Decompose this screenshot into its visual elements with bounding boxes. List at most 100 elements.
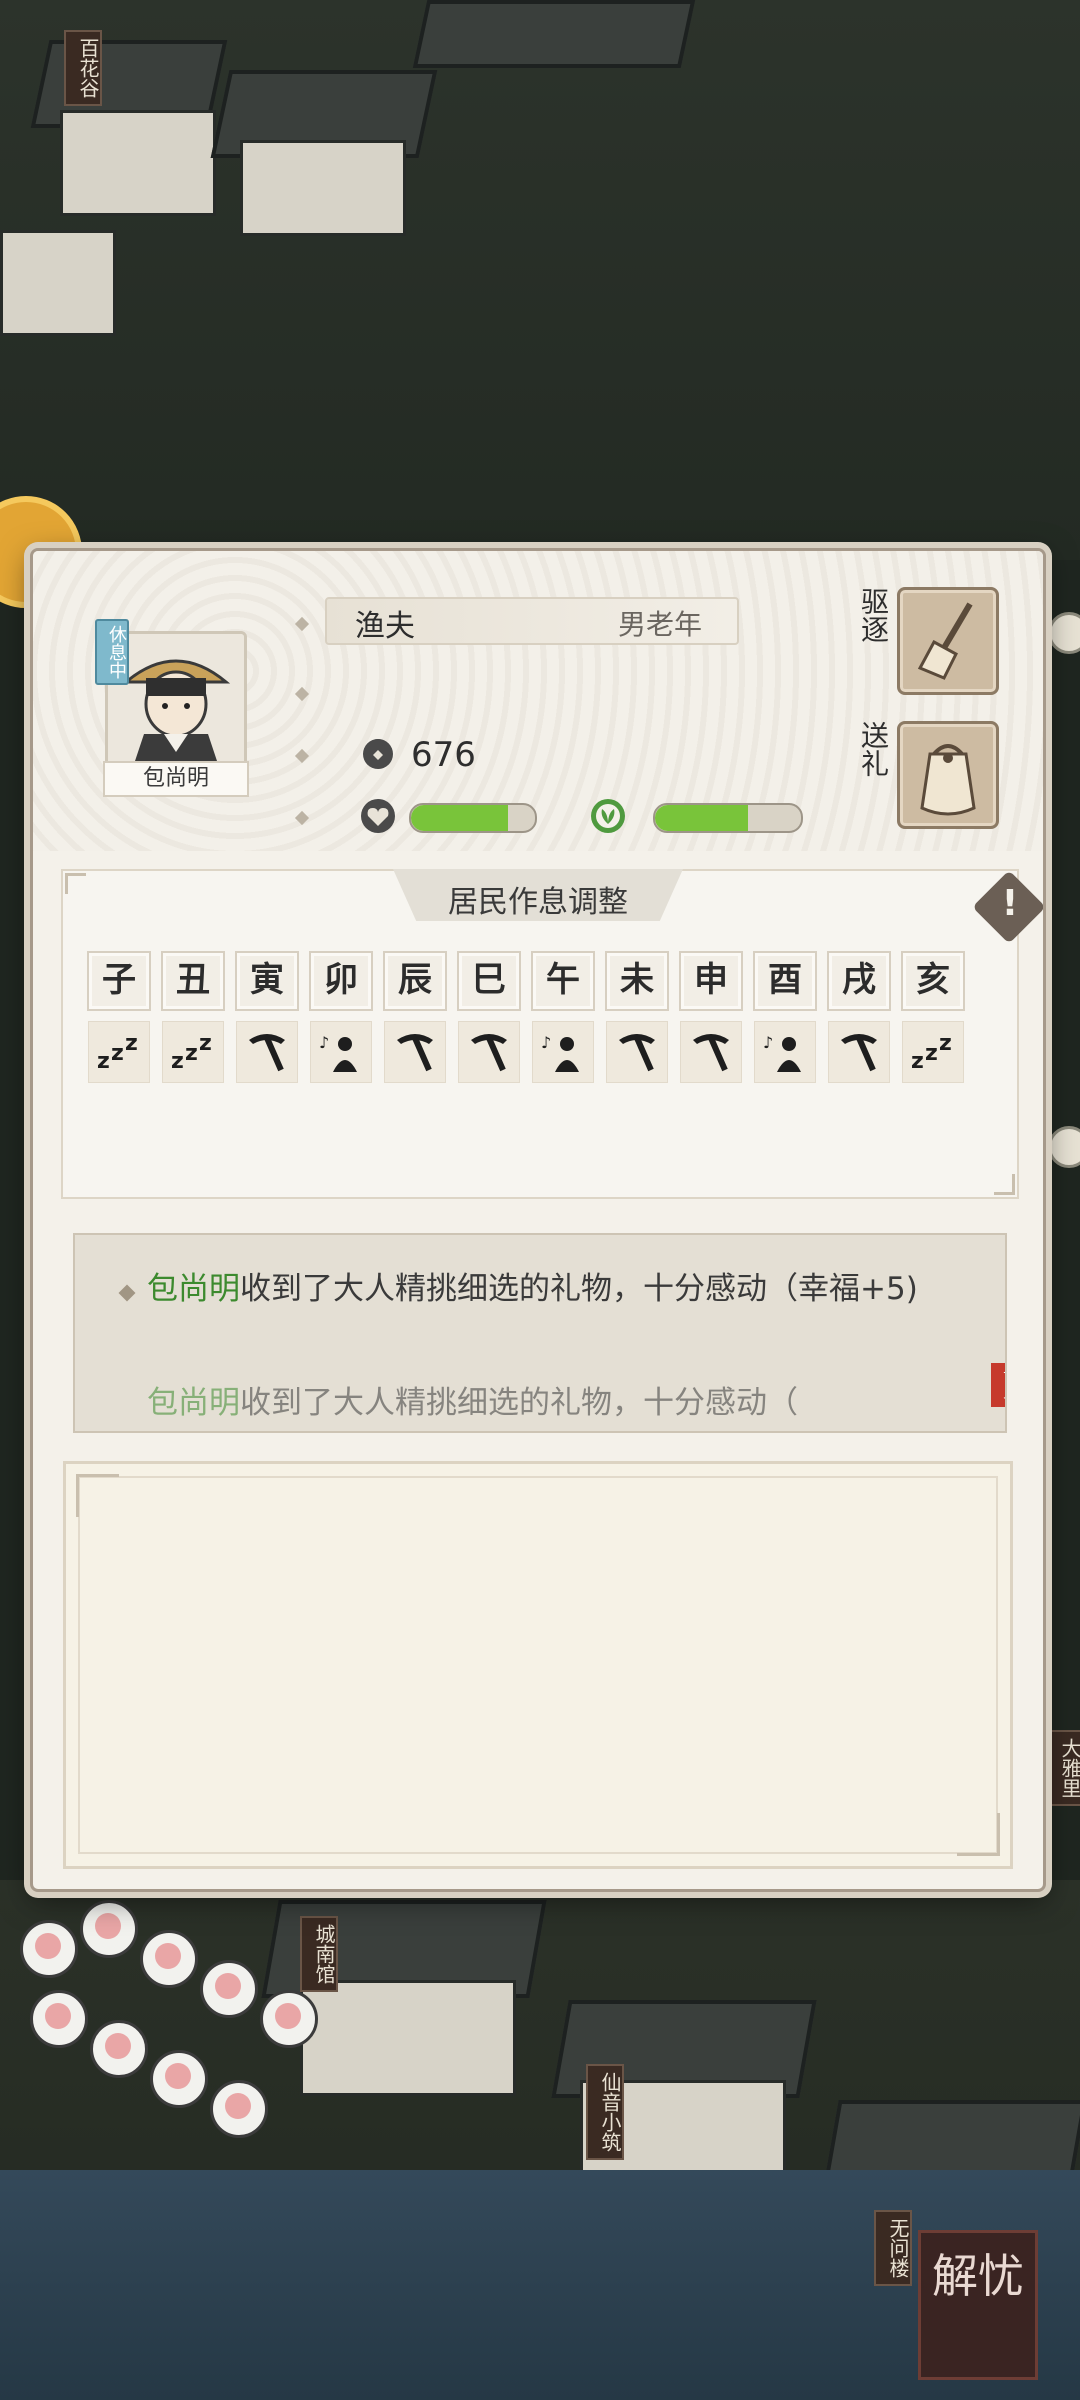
- detail-inner-frame: [78, 1476, 998, 1854]
- activity-cell[interactable]: [384, 1021, 446, 1083]
- exclamation-icon: !: [1001, 883, 1019, 924]
- expel-label: 驱逐: [857, 587, 890, 643]
- mood-bar: [653, 803, 803, 833]
- resident-panel: 休息中 包尚明 渔夫 男老年 676 驱逐 送礼 居民作息调整 ! 子 丑 寅 …: [30, 548, 1046, 1892]
- hour-cell[interactable]: 巳: [457, 951, 521, 1011]
- svg-text:z: z: [97, 1049, 110, 1074]
- health-bar-fill: [411, 805, 508, 831]
- peach-tree-icon[interactable]: [150, 2050, 208, 2108]
- activity-cell[interactable]: zzz: [902, 1021, 964, 1083]
- peach-tree-icon[interactable]: [140, 1930, 198, 1988]
- coins-value: 676: [411, 735, 476, 775]
- hour-cell[interactable]: 辰: [383, 951, 447, 1011]
- svg-text:♪: ♪: [319, 1033, 329, 1052]
- svg-text:z: z: [111, 1041, 124, 1066]
- activity-cell[interactable]: [606, 1021, 668, 1083]
- gift-label: 送礼: [857, 721, 890, 777]
- mood-bar-fill: [655, 805, 749, 831]
- svg-text:z: z: [171, 1049, 184, 1074]
- schedule-panel: 居民作息调整 ! 子丑寅卯辰巳午未申酉戌亥 z z z z z z ♪ ♪ ♪ z z z: [61, 869, 1043, 1199]
- svg-text:z: z: [125, 1031, 138, 1056]
- town-top: [0, 0, 1080, 560]
- hour-cell[interactable]: 未: [605, 951, 669, 1011]
- svg-text:♪: ♪: [541, 1033, 551, 1052]
- pickaxe-icon: [829, 1034, 889, 1089]
- hour-cell[interactable]: 亥: [901, 951, 965, 1011]
- pickaxe-icon: [681, 1034, 741, 1089]
- money-pouch-icon: [363, 739, 393, 769]
- svg-text:♪: ♪: [763, 1033, 773, 1052]
- event-log[interactable]: 包尚明收到了大人精挑细选的礼物，十分感动（幸福+5) 包尚明收到了大人精挑细选的…: [73, 1233, 1007, 1433]
- hour-cell[interactable]: 卯: [309, 951, 373, 1011]
- activity-cell[interactable]: ♪: [310, 1021, 372, 1083]
- status-badge: 休息中: [95, 619, 129, 685]
- gift-button[interactable]: [897, 721, 999, 829]
- job-name: 渔夫: [355, 609, 415, 644]
- expel-button[interactable]: [897, 587, 999, 695]
- resident-name: 包尚明: [103, 761, 249, 797]
- side-marker: [1048, 1126, 1080, 1168]
- sleep-icon: zzz: [163, 1031, 223, 1089]
- activity-cell[interactable]: zzz: [88, 1021, 150, 1083]
- frame-corner: [65, 873, 86, 894]
- svg-text:z: z: [199, 1031, 212, 1056]
- place-sign-wuwenlou[interactable]: 无问楼: [874, 2210, 912, 2286]
- heart-icon: [361, 799, 395, 833]
- leaf-mood-icon: [591, 799, 625, 833]
- log-entry: 包尚明收到了大人精挑细选的礼物，十分感动（: [147, 1383, 987, 1423]
- place-sign-chengnanguan[interactable]: 城南馆: [300, 1916, 338, 1992]
- activity-cell[interactable]: [458, 1021, 520, 1083]
- fret-corner-ornament: [76, 1474, 119, 1517]
- svg-text:z: z: [911, 1049, 924, 1074]
- sleep-icon: zzz: [89, 1031, 149, 1089]
- hour-cell[interactable]: 申: [679, 951, 743, 1011]
- house-wall: [240, 140, 406, 236]
- jieyou-button[interactable]: 解忧: [918, 2230, 1038, 2380]
- music-rest-icon: ♪: [311, 1033, 371, 1089]
- gender-age: 男老年: [618, 608, 703, 641]
- schedule-title: 居民作息调整: [448, 885, 628, 920]
- pickaxe-icon: [459, 1034, 519, 1089]
- log-entry-name[interactable]: 包尚明: [147, 1271, 240, 1307]
- log-entry-text: 收到了大人精挑细选的礼物，十分感动（幸福+5): [240, 1271, 918, 1307]
- activity-cell[interactable]: zzz: [162, 1021, 224, 1083]
- gift-bag-icon: [920, 744, 976, 816]
- peach-tree-icon[interactable]: [200, 1960, 258, 2018]
- hour-cell[interactable]: 酉: [753, 951, 817, 1011]
- health-bar: [409, 803, 537, 833]
- place-sign-baihuagu[interactable]: 百花谷: [64, 30, 102, 106]
- peach-tree-icon[interactable]: [20, 1920, 78, 1978]
- log-entry: 包尚明收到了大人精挑细选的礼物，十分感动（幸福+5): [147, 1269, 987, 1309]
- hour-cell[interactable]: 戌: [827, 951, 891, 1011]
- peach-tree-icon[interactable]: [80, 1900, 138, 1958]
- peach-tree-icon[interactable]: [90, 2020, 148, 2078]
- activity-cell[interactable]: [680, 1021, 742, 1083]
- svg-text:z: z: [939, 1031, 952, 1056]
- svg-text:z: z: [925, 1041, 938, 1066]
- place-sign-dayali[interactable]: 大雅里: [1046, 1730, 1080, 1806]
- pickaxe-icon: [237, 1034, 297, 1089]
- activity-cell[interactable]: ♪: [754, 1021, 816, 1083]
- peach-tree-icon[interactable]: [30, 1990, 88, 2048]
- peach-tree-icon[interactable]: [260, 1990, 318, 2048]
- seal-stamp: 百鬼: [991, 1363, 1005, 1407]
- peach-tree-icon[interactable]: [210, 2080, 268, 2138]
- detail-area: [63, 1461, 1013, 1869]
- music-rest-icon: ♪: [755, 1033, 815, 1089]
- hour-cell[interactable]: 午: [531, 951, 595, 1011]
- house-roof: [412, 0, 696, 68]
- activity-cell[interactable]: [236, 1021, 298, 1083]
- house-wall: [300, 1980, 516, 2096]
- hour-cell[interactable]: 寅: [235, 951, 299, 1011]
- log-entry-name[interactable]: 包尚明: [147, 1385, 240, 1421]
- house-wall: [0, 230, 116, 336]
- svg-text:z: z: [185, 1041, 198, 1066]
- music-rest-icon: ♪: [533, 1033, 593, 1089]
- pickaxe-icon: [385, 1034, 445, 1089]
- frame-corner: [994, 1174, 1015, 1195]
- activity-cell[interactable]: ♪: [532, 1021, 594, 1083]
- hour-cell[interactable]: 丑: [161, 951, 225, 1011]
- place-sign-xianyinxiaozhu[interactable]: 仙音小筑: [586, 2064, 624, 2160]
- activity-cell[interactable]: [828, 1021, 890, 1083]
- hour-cell[interactable]: 子: [87, 951, 151, 1011]
